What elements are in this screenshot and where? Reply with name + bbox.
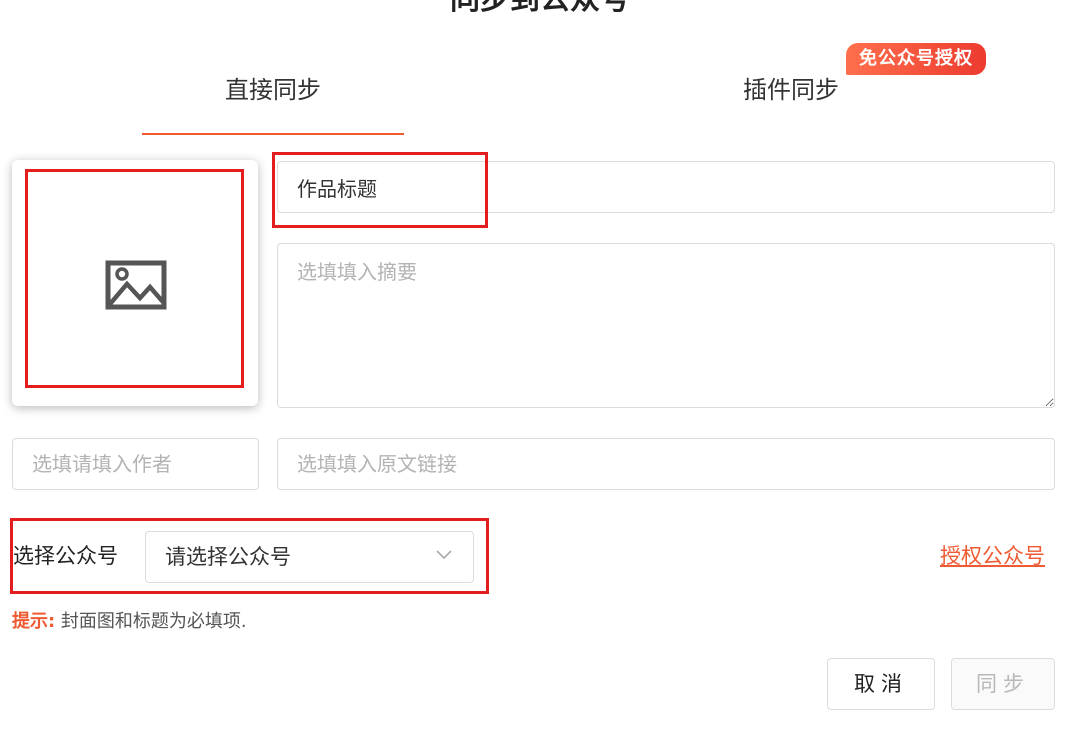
account-select-label: 选择公众号 (13, 544, 118, 568)
no-authorization-badge: 免公众号授权 (846, 43, 986, 75)
sync-button[interactable]: 同步 (951, 658, 1055, 710)
tab-plugin-sync[interactable]: 插件同步 (660, 70, 922, 110)
title-input[interactable] (277, 161, 1055, 213)
cancel-button[interactable]: 取消 (827, 658, 935, 710)
hint-text: 封面图和标题为必填项. (55, 611, 247, 632)
account-select-value: 请选择公众号 (165, 545, 291, 569)
image-icon (105, 260, 167, 310)
original-link-input[interactable] (277, 438, 1055, 490)
authorize-account-link[interactable]: 授权公众号 (940, 536, 1045, 576)
hint-label: 提示: (12, 611, 56, 632)
chevron-down-icon (436, 550, 452, 560)
dialog-title: 同步到公众号 (0, 0, 1080, 18)
required-hint: 提示: 封面图和标题为必填项. (12, 607, 247, 637)
tab-direct-sync[interactable]: 直接同步 (142, 70, 404, 110)
author-input[interactable] (12, 438, 259, 490)
summary-textarea[interactable] (277, 243, 1055, 408)
active-tab-indicator (142, 133, 404, 135)
